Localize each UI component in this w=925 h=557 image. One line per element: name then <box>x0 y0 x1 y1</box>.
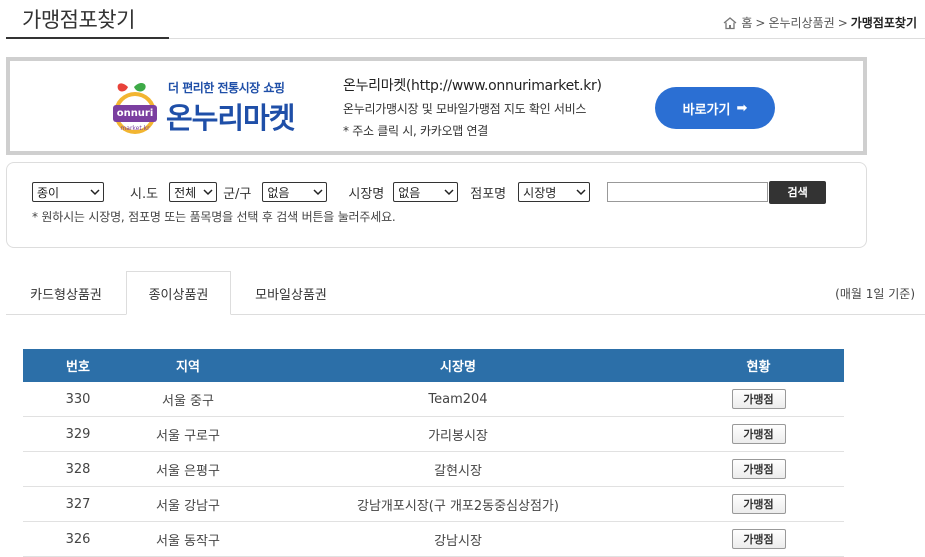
voucher-type-select[interactable]: 종이 <box>32 182 104 202</box>
market-select[interactable]: 없음 <box>393 182 459 202</box>
banner-info: 온누리마켓(http://www.onnurimarket.kr) 온누리가맹시… <box>343 75 602 139</box>
store-list-button[interactable]: 가맹점 <box>731 529 786 549</box>
breadcrumb: 홈 > 온누리상품권 > 가맹점포찾기 <box>722 14 917 31</box>
cell-number: 327 <box>65 496 91 512</box>
store-label: 점포명 <box>470 186 507 202</box>
banner-info-line1: 온누리마켓(http://www.onnurimarket.kr) <box>343 78 602 94</box>
cell-market: Team204 <box>428 391 488 407</box>
store-list-button[interactable]: 가맹점 <box>731 494 786 514</box>
column-header-number: 번호 <box>66 360 90 375</box>
cell-status: 가맹점 <box>673 424 844 444</box>
store-list-button[interactable]: 가맹점 <box>731 389 786 409</box>
breadcrumb-home[interactable]: 홈 <box>741 14 752 31</box>
breadcrumb-current: 가맹점포찾기 <box>850 16 917 30</box>
header-divider <box>169 38 925 39</box>
cell-number: 326 <box>65 531 91 547</box>
chevron-down-icon <box>203 189 213 196</box>
cell-status: 가맹점 <box>673 529 844 549</box>
table-header: 번호 지역 시장명 현황 <box>23 349 844 382</box>
chevron-down-icon <box>444 189 454 196</box>
market-value: 없음 <box>398 185 421 200</box>
store-field-value: 시장명 <box>523 185 557 200</box>
cell-number: 328 <box>65 461 91 477</box>
go-button-label: 바로가기 <box>682 102 731 118</box>
column-header-status: 현황 <box>746 360 771 375</box>
table-row: 330 서울 중구 Team204 가맹점 <box>23 382 844 417</box>
store-list-button[interactable]: 가맹점 <box>731 424 786 444</box>
tab-paper-voucher[interactable]: 종이상품권 <box>126 271 231 315</box>
search-row: 종이 시.도 전체 군/구 없음 시장명 없음 점포명 시장명 검색 <box>32 180 827 204</box>
basis-note: (매월 1일 기준) <box>835 287 915 301</box>
logo-badge-subtext: market.kr <box>120 125 150 132</box>
market-label: 시장명 <box>348 186 385 202</box>
cell-market: 강남개포시장(구 개포2동중심상점가) <box>357 498 559 514</box>
banner-logo-text: 온누리마켓 <box>166 101 295 135</box>
banner-tagline: 더 편리한 전통시장 쇼핑 <box>168 81 285 95</box>
banner-info-line2: 온누리가맹시장 및 모바일가맹점 지도 확인 서비스 <box>343 102 587 116</box>
gungu-value: 없음 <box>267 185 290 200</box>
onnuri-market-banner[interactable]: onnuri market.kr 더 편리한 전통시장 쇼핑 온누리마켓 온누리… <box>6 57 867 155</box>
tab-card-voucher[interactable]: 카드형상품권 <box>6 271 126 315</box>
sido-select[interactable]: 전체 <box>169 182 218 202</box>
page-title: 가맹점포찾기 <box>22 8 135 32</box>
arrow-right-icon: ➡ <box>736 100 748 116</box>
cell-region: 서울 은평구 <box>156 463 220 479</box>
search-hint: * 원하시는 시장명, 점포명 또는 품목명을 선택 후 검색 버튼을 눌러주세… <box>32 210 396 224</box>
chevron-down-icon <box>90 189 100 196</box>
sido-value: 전체 <box>174 185 197 200</box>
cell-status: 가맹점 <box>673 494 844 514</box>
sido-label: 시.도 <box>130 186 159 202</box>
cell-market: 강남시장 <box>434 533 482 549</box>
table-row: 328 서울 은평구 갈현시장 가맹점 <box>23 452 844 487</box>
cell-number: 329 <box>65 426 91 442</box>
cell-status: 가맹점 <box>673 459 844 479</box>
breadcrumb-onnuri[interactable]: 온누리상품권 <box>768 14 834 31</box>
table-row: 327 서울 강남구 강남개포시장(구 개포2동중심상점가) 가맹점 <box>23 487 844 522</box>
home-icon[interactable] <box>722 16 738 30</box>
column-header-region: 지역 <box>176 360 200 375</box>
table-row: 326 서울 동작구 강남시장 가맹점 <box>23 522 844 557</box>
cell-status: 가맹점 <box>673 389 844 409</box>
gungu-select[interactable]: 없음 <box>262 182 328 202</box>
title-underline <box>6 37 169 39</box>
breadcrumb-separator: > <box>755 15 766 30</box>
store-list-button[interactable]: 가맹점 <box>731 459 786 479</box>
tab-mobile-voucher[interactable]: 모바일상품권 <box>231 271 351 315</box>
logo-badge-text: onnuri <box>117 108 154 119</box>
table-row: 329 서울 구로구 가리봉시장 가맹점 <box>23 417 844 452</box>
search-input[interactable] <box>607 182 769 202</box>
search-button[interactable]: 검색 <box>769 180 827 204</box>
cell-number: 330 <box>65 391 91 407</box>
cell-region: 서울 구로구 <box>156 428 220 444</box>
gungu-label: 군/구 <box>223 186 252 202</box>
onnuri-logo-icon: onnuri market.kr <box>113 82 157 134</box>
search-panel: 종이 시.도 전체 군/구 없음 시장명 없음 점포명 시장명 검색 * 원하시… <box>6 162 867 248</box>
chevron-down-icon <box>576 189 586 196</box>
chevron-down-icon <box>313 189 323 196</box>
column-header-market: 시장명 <box>440 360 476 375</box>
voucher-type-value: 종이 <box>37 185 60 200</box>
store-table: 번호 지역 시장명 현황 330 서울 중구 Team204 가맹점 329 서… <box>23 349 844 557</box>
cell-region: 서울 중구 <box>162 393 214 409</box>
cell-region: 서울 동작구 <box>156 533 220 549</box>
breadcrumb-separator: > <box>837 15 848 30</box>
store-field-select[interactable]: 시장명 <box>518 182 591 202</box>
cell-market: 갈현시장 <box>434 463 482 479</box>
go-shortcut-button[interactable]: 바로가기 ➡ <box>655 87 775 129</box>
banner-info-line3: * 주소 클릭 시, 카카오맵 연결 <box>343 124 488 138</box>
cell-market: 가리봉시장 <box>428 428 488 444</box>
cell-region: 서울 강남구 <box>156 498 220 514</box>
